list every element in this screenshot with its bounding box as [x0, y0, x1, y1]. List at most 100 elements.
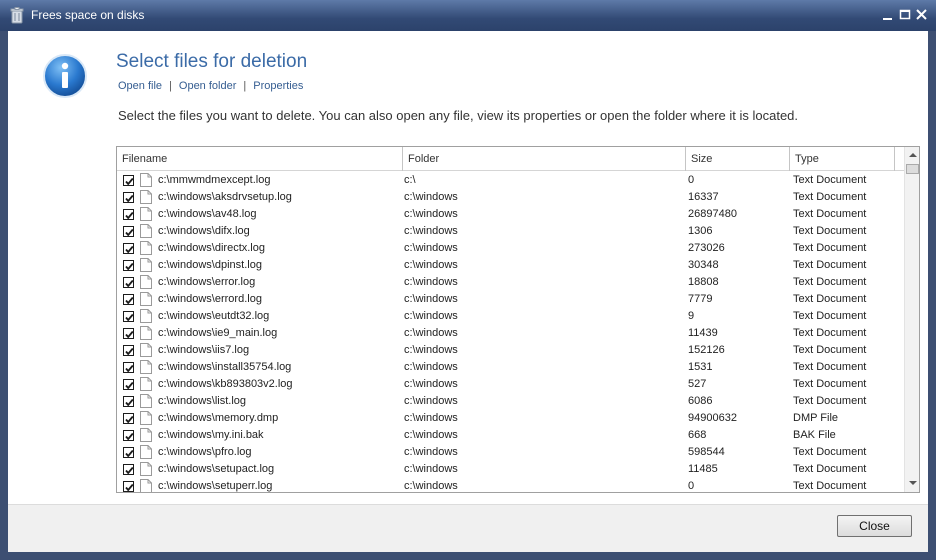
table-row[interactable]: c:\windows\pfro.log c:\windows 598544 Text …: [117, 444, 904, 461]
row-checkbox[interactable]: [123, 481, 134, 492]
row-size: 6086: [688, 395, 713, 407]
row-type: BAK File: [793, 429, 836, 441]
row-checkbox[interactable]: [123, 226, 134, 237]
checkmark-icon: [125, 228, 134, 237]
close-button[interactable]: Close: [837, 515, 912, 537]
row-type: Text Document: [793, 293, 867, 305]
row-checkbox[interactable]: [123, 379, 134, 390]
column-header-size[interactable]: Size: [686, 147, 790, 171]
row-size: 9: [688, 310, 695, 322]
link-separator: |: [169, 80, 172, 92]
chevron-down-icon: [909, 481, 917, 485]
dialog-body: Select files for deletion Open file | Open…: [8, 31, 928, 552]
close-window-button[interactable]: [914, 7, 930, 23]
column-header-type[interactable]: Type: [790, 147, 895, 171]
row-size: 598544: [688, 446, 725, 458]
row-checkbox[interactable]: [123, 209, 134, 220]
link-separator: |: [243, 80, 247, 92]
checkmark-icon: [125, 296, 134, 305]
row-size: 16337: [688, 191, 719, 203]
row-checkbox[interactable]: [123, 175, 134, 186]
row-folder: c:\windows: [404, 344, 458, 356]
row-size: 273026: [688, 242, 725, 254]
maximize-button[interactable]: [897, 7, 913, 23]
scroll-thumb[interactable]: [906, 164, 919, 174]
table-row[interactable]: c:\windows\setupact.log c:\windows 11485 Te…: [117, 461, 904, 478]
document-icon: [140, 360, 152, 374]
table-row[interactable]: c:\windows\list.log c:\windows 6086 Text Do…: [117, 393, 904, 410]
table-row[interactable]: c:\mmwmdmexcept.log c:\ 0 Text Document: [117, 172, 904, 189]
row-filename: c:\windows\setuperr.log: [158, 480, 273, 492]
row-folder: c:\windows: [404, 463, 458, 475]
row-size: 26897480: [688, 208, 737, 220]
table-row[interactable]: c:\windows\directx.log c:\windows 273026 Te…: [117, 240, 904, 257]
row-checkbox[interactable]: [123, 447, 134, 458]
table-row[interactable]: c:\windows\setuperr.log c:\windows 0 Text D…: [117, 478, 904, 492]
document-icon: [140, 377, 152, 391]
row-filename: c:\mmwmdmexcept.log: [158, 174, 271, 186]
open-folder-link[interactable]: Open folder: [179, 80, 236, 92]
table-row[interactable]: c:\windows\error.log c:\windows 18808 Text …: [117, 274, 904, 291]
table-row[interactable]: c:\windows\my.ini.bak c:\windows 668 BAK Fi…: [117, 427, 904, 444]
row-checkbox[interactable]: [123, 277, 134, 288]
row-size: 152126: [688, 344, 725, 356]
table-header: Filename Folder Size Type: [117, 147, 904, 171]
table-row[interactable]: c:\windows\iis7.log c:\windows 152126 Text …: [117, 342, 904, 359]
row-checkbox[interactable]: [123, 345, 134, 356]
row-checkbox[interactable]: [123, 328, 134, 339]
row-checkbox[interactable]: [123, 192, 134, 203]
open-file-link[interactable]: Open file: [118, 80, 162, 92]
document-icon: [140, 207, 152, 221]
row-checkbox[interactable]: [123, 396, 134, 407]
table-row[interactable]: c:\windows\errord.log c:\windows 7779 Text …: [117, 291, 904, 308]
row-folder: c:\windows: [404, 480, 458, 492]
row-size: 11439: [688, 327, 718, 339]
minimize-button[interactable]: [880, 7, 896, 23]
row-checkbox[interactable]: [123, 430, 134, 441]
dialog-footer: [8, 504, 928, 552]
scroll-up-button[interactable]: [905, 147, 919, 163]
column-header-filename[interactable]: Filename: [117, 147, 403, 171]
row-checkbox[interactable]: [123, 243, 134, 254]
table-row[interactable]: c:\windows\ie9_main.log c:\windows 11439 Te…: [117, 325, 904, 342]
table-row[interactable]: c:\windows\difx.log c:\windows 1306 Text Do…: [117, 223, 904, 240]
info-icon: [43, 54, 87, 98]
row-folder: c:\windows: [404, 191, 458, 203]
row-type: Text Document: [793, 327, 867, 339]
row-type: Text Document: [793, 480, 867, 492]
row-checkbox[interactable]: [123, 311, 134, 322]
vertical-scrollbar[interactable]: [904, 147, 919, 492]
instruction-text: Select the files you want to delete. You…: [118, 108, 799, 123]
row-checkbox[interactable]: [123, 362, 134, 373]
table-row[interactable]: c:\windows\memory.dmp c:\windows 94900632 D…: [117, 410, 904, 427]
document-icon: [140, 411, 152, 425]
scroll-down-button[interactable]: [905, 475, 919, 491]
table-row[interactable]: c:\windows\av48.log c:\windows 26897480 Tex…: [117, 206, 904, 223]
document-icon: [140, 462, 152, 476]
checkmark-icon: [125, 211, 134, 220]
row-checkbox[interactable]: [123, 294, 134, 305]
document-icon: [140, 224, 152, 238]
row-folder: c:\windows: [404, 327, 458, 339]
row-size: 0: [688, 174, 695, 186]
row-checkbox[interactable]: [123, 464, 134, 475]
table-row[interactable]: c:\windows\kb893803v2.log c:\windows 527 Te…: [117, 376, 904, 393]
row-folder: c:\windows: [404, 225, 458, 237]
row-checkbox[interactable]: [123, 413, 134, 424]
row-folder: c:\windows: [404, 412, 458, 424]
row-type: Text Document: [793, 208, 867, 220]
table-row[interactable]: c:\windows\install35754.log c:\windows 153…: [117, 359, 904, 376]
table-row[interactable]: c:\windows\dpinst.log c:\windows 30348 Text…: [117, 257, 904, 274]
row-type: Text Document: [793, 378, 867, 390]
column-header-folder[interactable]: Folder: [403, 147, 686, 171]
title-bar[interactable]: Frees space on disks: [0, 0, 936, 31]
row-checkbox[interactable]: [123, 260, 134, 271]
row-filename: c:\windows\av48.log: [158, 208, 257, 220]
file-list[interactable]: Filename Folder Size Type c:\mmwmdmexcep…: [116, 146, 920, 493]
properties-link[interactable]: Properties: [253, 80, 303, 92]
document-icon: [140, 445, 152, 459]
table-row[interactable]: c:\windows\aksdrvsetup.log c:\windows 1633…: [117, 189, 904, 206]
table-row[interactable]: c:\windows\eutdt32.log c:\windows 9 Text Do…: [117, 308, 904, 325]
row-type: Text Document: [793, 361, 867, 373]
row-filename: c:\windows\difx.log: [158, 225, 250, 237]
